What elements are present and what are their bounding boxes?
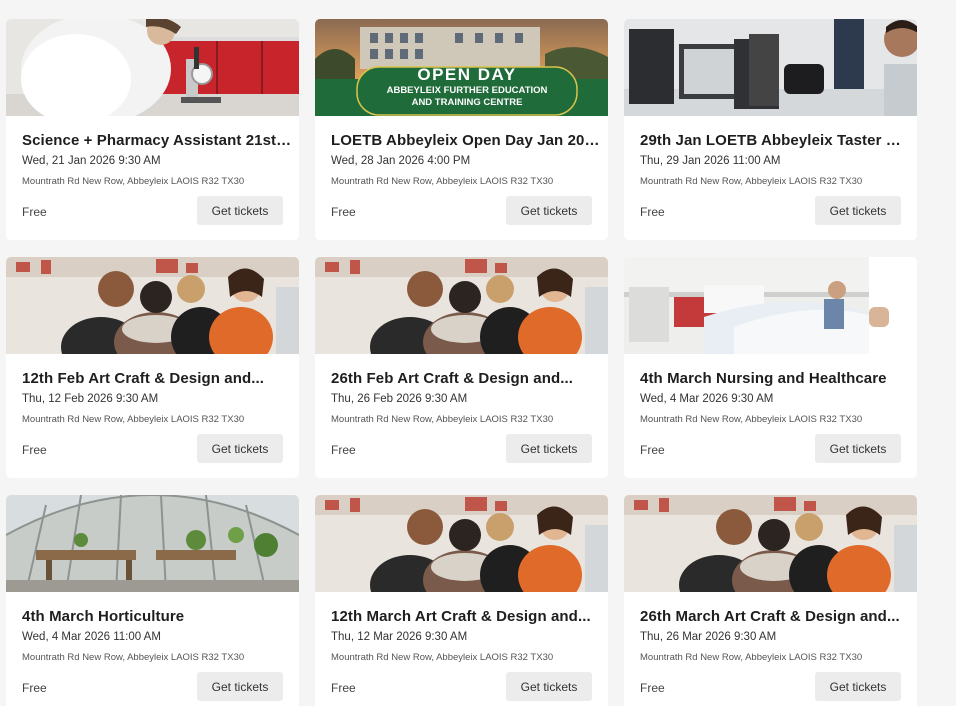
event-date: Thu, 29 Jan 2026 11:00 AM	[640, 155, 781, 167]
event-title[interactable]: 4th March Nursing and Healthcare	[640, 370, 910, 387]
event-location: Mountrath Rd New Row, Abbeyleix LAOIS R3…	[22, 414, 245, 425]
event-date: Thu, 26 Feb 2026 9:30 AM	[331, 393, 468, 405]
get-tickets-button[interactable]: Get tickets	[506, 196, 592, 225]
open-day-banner-text: OPEN DAY ABBEYLEIX FURTHER EDUCATION AND T…	[357, 65, 577, 109]
get-tickets-button[interactable]: Get tickets	[197, 434, 283, 463]
event-card[interactable]: 29th Jan LOETB Abbeyleix Taster Cla... Th…	[624, 19, 917, 240]
event-price: Free	[22, 205, 47, 219]
event-price: Free	[640, 205, 665, 219]
event-card[interactable]: OPEN DAY ABBEYLEIX FURTHER EDUCATION AND T…	[315, 19, 608, 240]
event-card[interactable]: 4th March Nursing and Healthcare Wed, 4 M…	[624, 257, 917, 478]
event-image[interactable]	[624, 19, 917, 116]
get-tickets-button[interactable]: Get tickets	[815, 196, 901, 225]
event-price: Free	[331, 443, 356, 457]
get-tickets-button[interactable]: Get tickets	[815, 672, 901, 701]
open-day-title: OPEN DAY	[417, 65, 517, 84]
event-title[interactable]: Science + Pharmacy Assistant 21st Jan	[22, 132, 292, 149]
get-tickets-button[interactable]: Get tickets	[506, 434, 592, 463]
get-tickets-button[interactable]: Get tickets	[506, 672, 592, 701]
event-location: Mountrath Rd New Row, Abbeyleix LAOIS R3…	[331, 176, 554, 187]
event-title[interactable]: 26th Feb Art Craft & Design and...	[331, 370, 601, 387]
event-card[interactable]: 12th March Art Craft & Design and... Thu,…	[315, 495, 608, 706]
event-price: Free	[22, 443, 47, 457]
open-day-subtitle-line1: ABBEYLEIX FURTHER EDUCATION	[386, 85, 548, 96]
event-date: Thu, 12 Mar 2026 9:30 AM	[331, 631, 468, 643]
event-location: Mountrath Rd New Row, Abbeyleix LAOIS R3…	[22, 652, 245, 663]
event-location: Mountrath Rd New Row, Abbeyleix LAOIS R3…	[22, 176, 245, 187]
event-location: Mountrath Rd New Row, Abbeyleix LAOIS R3…	[331, 414, 554, 425]
event-date: Wed, 4 Mar 2026 9:30 AM	[640, 393, 774, 405]
event-price: Free	[331, 205, 356, 219]
event-date: Wed, 4 Mar 2026 11:00 AM	[22, 631, 161, 643]
event-date: Wed, 28 Jan 2026 4:00 PM	[331, 155, 471, 167]
event-title[interactable]: 12th Feb Art Craft & Design and...	[22, 370, 292, 387]
event-image[interactable]	[315, 257, 608, 354]
event-title[interactable]: 12th March Art Craft & Design and...	[331, 608, 601, 625]
event-date: Thu, 12 Feb 2026 9:30 AM	[22, 393, 159, 405]
event-location: Mountrath Rd New Row, Abbeyleix LAOIS R3…	[640, 176, 863, 187]
get-tickets-button[interactable]: Get tickets	[197, 196, 283, 225]
event-title[interactable]: 26th March Art Craft & Design and...	[640, 608, 910, 625]
get-tickets-button[interactable]: Get tickets	[197, 672, 283, 701]
event-title[interactable]: LOETB Abbeyleix Open Day Jan 2026	[331, 132, 601, 149]
event-price: Free	[640, 443, 665, 457]
event-card[interactable]: Science + Pharmacy Assistant 21st Jan Wed…	[6, 19, 299, 240]
event-card[interactable]: 12th Feb Art Craft & Design and... Thu, 1…	[6, 257, 299, 478]
event-location: Mountrath Rd New Row, Abbeyleix LAOIS R3…	[331, 652, 554, 663]
event-price: Free	[640, 681, 665, 695]
event-price: Free	[22, 681, 47, 695]
open-day-subtitle-line2: AND TRAINING CENTRE	[411, 97, 523, 108]
event-location: Mountrath Rd New Row, Abbeyleix LAOIS R3…	[640, 414, 863, 425]
event-card[interactable]: 26th March Art Craft & Design and... Thu,…	[624, 495, 917, 706]
event-card[interactable]: 4th March Horticulture Wed, 4 Mar 2026 11…	[6, 495, 299, 706]
event-card[interactable]: 26th Feb Art Craft & Design and... Thu, 2…	[315, 257, 608, 478]
get-tickets-button[interactable]: Get tickets	[815, 434, 901, 463]
event-image[interactable]	[315, 495, 608, 592]
event-date: Thu, 26 Mar 2026 9:30 AM	[640, 631, 777, 643]
event-image[interactable]	[6, 19, 299, 116]
event-image[interactable]: OPEN DAY ABBEYLEIX FURTHER EDUCATION AND T…	[315, 19, 608, 116]
event-title[interactable]: 29th Jan LOETB Abbeyleix Taster Cla...	[640, 132, 910, 149]
event-image[interactable]	[624, 257, 917, 354]
event-date: Wed, 21 Jan 2026 9:30 AM	[22, 155, 161, 167]
event-title[interactable]: 4th March Horticulture	[22, 608, 292, 625]
event-image[interactable]	[6, 257, 299, 354]
event-price: Free	[331, 681, 356, 695]
event-image[interactable]	[6, 495, 299, 592]
event-location: Mountrath Rd New Row, Abbeyleix LAOIS R3…	[640, 652, 863, 663]
event-image[interactable]	[624, 495, 917, 592]
